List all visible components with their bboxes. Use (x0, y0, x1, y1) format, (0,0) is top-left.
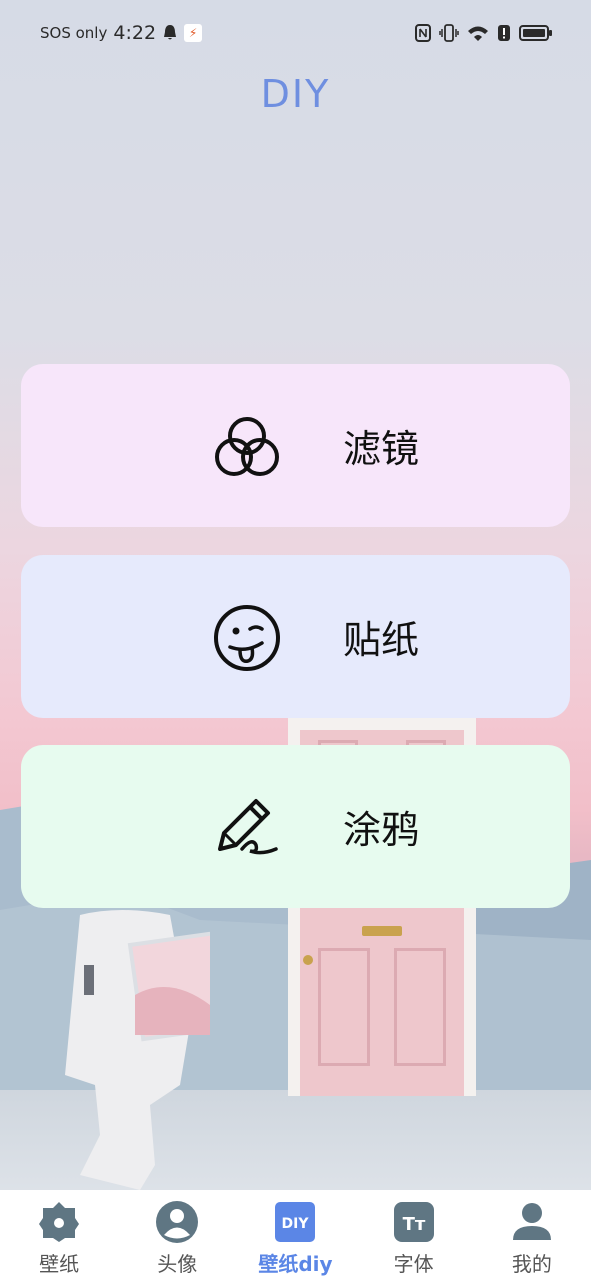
doodle-card-label: 涂鸦 (342, 808, 419, 852)
tab-font[interactable]: Tт 字体 (355, 1190, 473, 1280)
font-tt-text: Tт (402, 1214, 425, 1235)
wifi-icon (468, 26, 488, 41)
three-circles-icon (215, 417, 279, 476)
tab-label: 壁纸 (39, 1252, 80, 1276)
doodle-card[interactable]: 涂鸦 (21, 745, 570, 908)
door-knob (303, 955, 313, 965)
diy-badge-icon: DIY (275, 1202, 316, 1242)
alert-icon (498, 25, 510, 41)
sticker-card[interactable]: 贴纸 (21, 555, 570, 718)
bell-icon (164, 25, 177, 40)
astronaut-illustration (65, 910, 210, 1190)
tongue-face-icon (214, 605, 280, 671)
avatar-circle-icon (156, 1201, 199, 1243)
tab-label: 我的 (511, 1252, 552, 1276)
font-tt-icon: Tт (393, 1202, 434, 1242)
status-bar: SOS only 4:22 ⚡ (0, 0, 591, 66)
tab-mine[interactable]: 我的 (473, 1190, 591, 1280)
page-title: DIY (260, 72, 331, 116)
battery-icon (519, 25, 552, 41)
person-icon (512, 1203, 551, 1240)
vibrate-icon (439, 24, 459, 42)
app-notification-icon: ⚡ (184, 24, 203, 42)
filter-card-label: 滤镜 (342, 427, 419, 471)
tab-label: 壁纸diy (258, 1252, 333, 1276)
carrier-status: SOS only (40, 24, 108, 42)
diy-badge-text: DIY (282, 1216, 310, 1232)
door-panel (394, 948, 446, 1066)
door-plate (362, 926, 402, 936)
pen-scribble-icon (218, 799, 278, 855)
tab-label: 字体 (393, 1252, 434, 1276)
tab-wallpaper-diy[interactable]: DIY 壁纸diy (236, 1190, 354, 1280)
bottom-tab-bar: 壁纸 头像 DIY 壁纸diy Tт 字体 我的 (0, 1190, 591, 1280)
tab-wallpaper[interactable]: 壁纸 (0, 1190, 118, 1280)
nfc-icon (415, 24, 431, 42)
filter-card[interactable]: 滤镜 (21, 364, 570, 527)
sticker-card-label: 贴纸 (342, 618, 419, 662)
tab-avatar[interactable]: 头像 (118, 1190, 236, 1280)
flower-badge-icon (39, 1202, 80, 1242)
door-panel (318, 948, 370, 1066)
clock: 4:22 (113, 22, 157, 44)
tab-label: 头像 (157, 1252, 198, 1276)
